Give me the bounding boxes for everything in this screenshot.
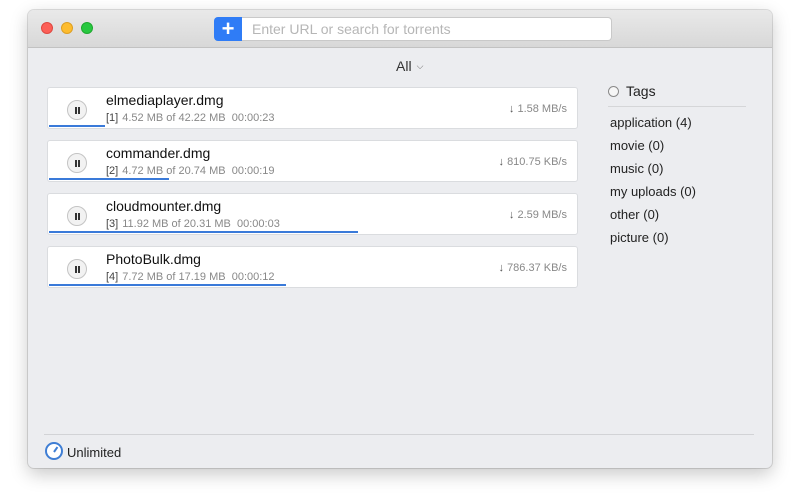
progress-bar <box>49 178 169 180</box>
tags-header[interactable]: Tags <box>608 83 656 99</box>
download-speed: ↓ 2.59 MB/s <box>509 209 567 221</box>
download-speed: ↓ 786.37 KB/s <box>499 262 568 274</box>
download-arrow-icon: ↓ <box>508 103 515 115</box>
download-arrow-icon: ↓ <box>498 156 505 168</box>
pause-icon[interactable] <box>67 259 87 279</box>
download-size: 4.52 MB of 42.22 MB <box>122 112 226 124</box>
speed-value: 810.75 KB/s <box>507 156 567 168</box>
download-size: 4.72 MB of 20.74 MB <box>122 165 226 177</box>
tags-title: Tags <box>626 83 656 99</box>
time-remaining: 00:00:12 <box>231 271 275 283</box>
speedometer-icon[interactable] <box>45 442 63 460</box>
tags-divider <box>608 106 746 107</box>
progress-bar <box>49 284 286 286</box>
speed-value: 786.37 KB/s <box>507 262 567 274</box>
download-item[interactable]: elmediaplayer.dmg [1] 4.52 MB of 42.22 MB… <box>47 87 578 129</box>
download-arrow-icon: ↓ <box>508 209 515 221</box>
footer-divider <box>44 434 754 435</box>
zoom-window-button[interactable] <box>81 22 93 34</box>
download-size: 11.92 MB of 20.31 MB <box>122 218 231 230</box>
download-details: [4] 7.72 MB of 17.19 MB 00:00:12 <box>106 271 275 283</box>
download-size: 7.72 MB of 17.19 MB <box>122 271 226 283</box>
speed-value: 1.58 MB/s <box>517 103 567 115</box>
progress-bar <box>49 125 105 127</box>
download-speed: ↓ 810.75 KB/s <box>499 156 568 168</box>
download-index: [2] <box>106 165 119 177</box>
tags-radio-icon[interactable] <box>608 85 619 97</box>
close-window-button[interactable] <box>41 22 53 34</box>
time-remaining: 00:00:23 <box>231 112 275 124</box>
download-details: [2] 4.72 MB of 20.74 MB 00:00:19 <box>106 165 275 177</box>
download-item[interactable]: commander.dmg [2] 4.72 MB of 20.74 MB 00:… <box>47 140 578 182</box>
pause-icon[interactable] <box>67 153 87 173</box>
add-torrent-button[interactable]: + <box>214 17 242 41</box>
tag-item-movie[interactable]: movie (0) <box>610 138 664 153</box>
download-arrow-icon: ↓ <box>498 262 505 274</box>
download-details: [3] 11.92 MB of 20.31 MB 00:00:03 <box>106 218 280 230</box>
download-index: [3] <box>106 218 119 230</box>
progress-bar <box>49 231 358 233</box>
tag-item-my-uploads[interactable]: my uploads (0) <box>610 184 696 199</box>
download-index: [4] <box>106 271 119 283</box>
tag-item-application[interactable]: application (4) <box>610 115 692 130</box>
filter-label: All <box>396 58 412 74</box>
minimize-window-button[interactable] <box>61 22 73 34</box>
time-remaining: 00:00:03 <box>237 218 280 230</box>
tag-item-picture[interactable]: picture (0) <box>610 230 669 245</box>
download-index: [1] <box>106 112 119 124</box>
file-name: cloudmounter.dmg <box>106 198 222 214</box>
file-name: elmediaplayer.dmg <box>106 92 224 108</box>
speed-limit-label[interactable]: Unlimited <box>67 445 121 460</box>
download-details: [1] 4.52 MB of 42.22 MB 00:00:23 <box>106 112 275 124</box>
pause-icon[interactable] <box>67 100 87 120</box>
download-item[interactable]: PhotoBulk.dmg [4] 7.72 MB of 17.19 MB 00:… <box>47 246 578 288</box>
tag-item-other[interactable]: other (0) <box>610 207 659 222</box>
time-remaining: 00:00:19 <box>231 165 275 177</box>
title-bar: + <box>28 10 772 48</box>
pause-icon[interactable] <box>67 206 87 226</box>
speed-value: 2.59 MB/s <box>517 209 567 221</box>
download-item[interactable]: cloudmounter.dmg [3] 11.92 MB of 20.31 MB… <box>47 193 578 235</box>
filter-dropdown[interactable]: All ⌵ <box>396 58 423 74</box>
file-name: PhotoBulk.dmg <box>106 251 201 267</box>
file-name: commander.dmg <box>106 145 211 161</box>
search-input[interactable] <box>242 17 612 41</box>
chevron-down-icon: ⌵ <box>416 60 424 71</box>
download-speed: ↓ 1.58 MB/s <box>509 103 567 115</box>
app-window: + All ⌵ elmediaplayer.dmg [1]4.52 MB of … <box>28 10 772 468</box>
tag-item-music[interactable]: music (0) <box>610 161 663 176</box>
